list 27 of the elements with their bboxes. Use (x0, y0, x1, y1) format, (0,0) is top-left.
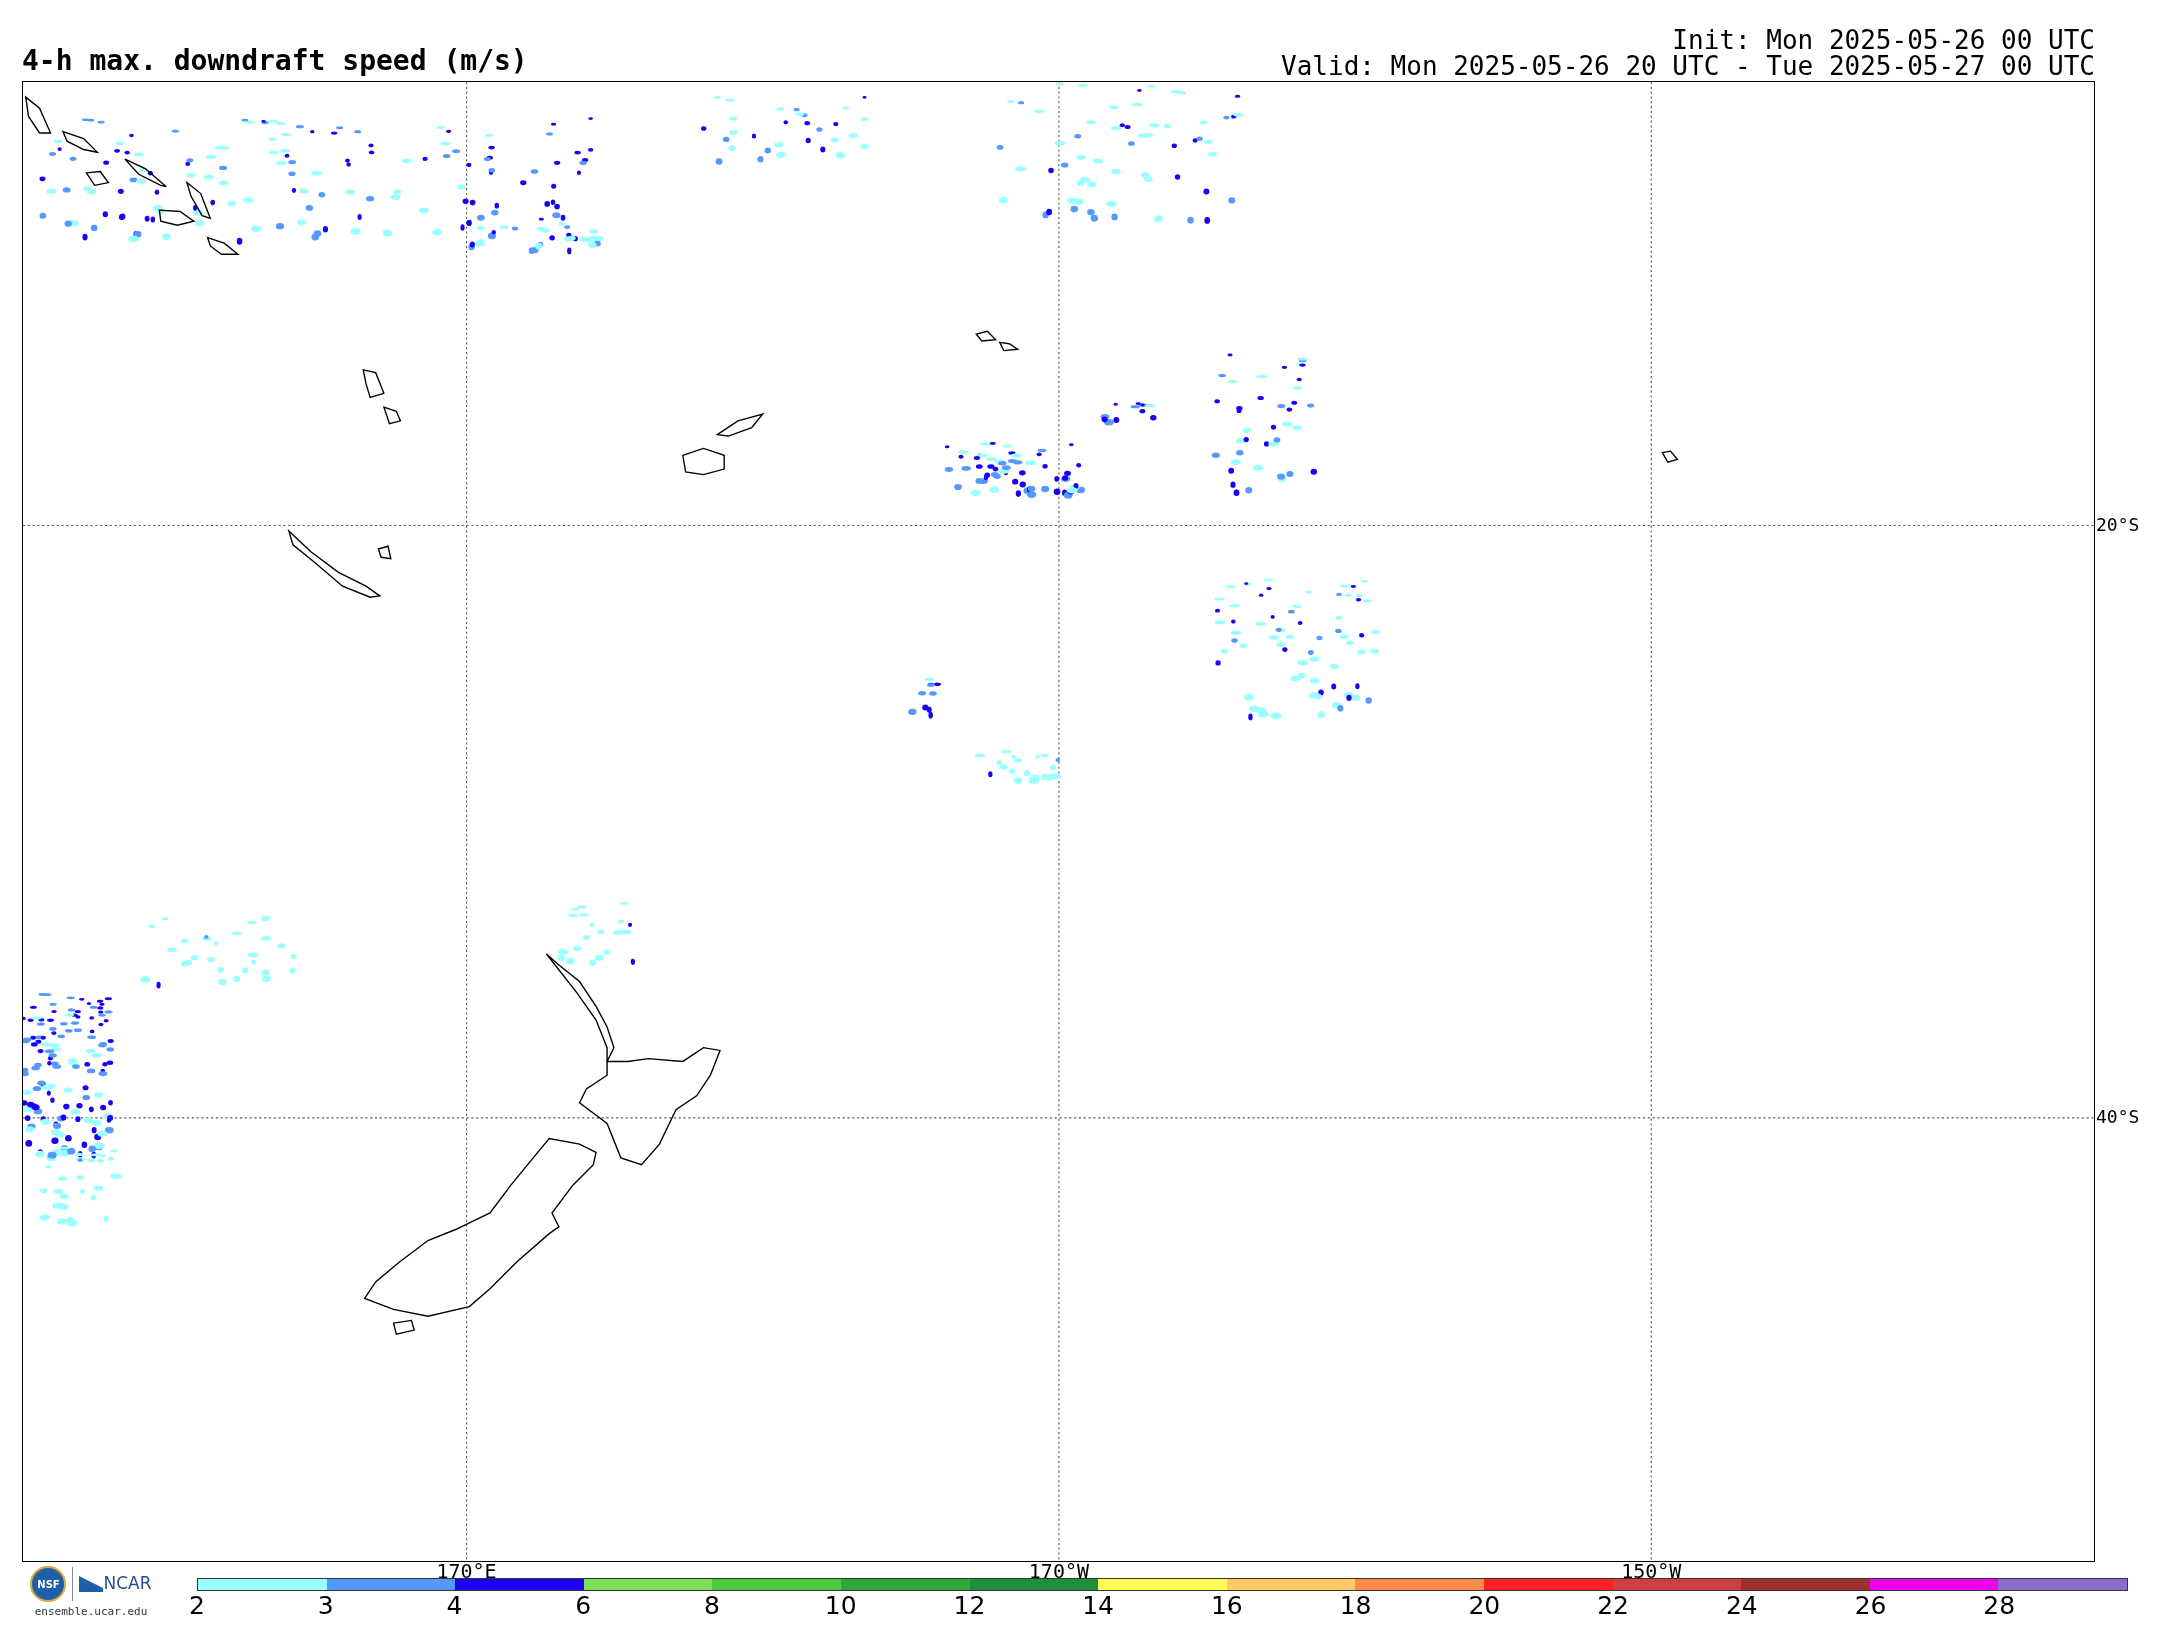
color-bar-tick: 14 (1082, 1593, 1115, 1618)
ncar-logo-icon (79, 1574, 104, 1594)
color-bar-tick: 26 (1854, 1593, 1887, 1618)
longitude-label: 170°E (436, 1561, 497, 1581)
color-bar-tick: 3 (317, 1593, 334, 1618)
init-time: Init: Mon 2025-05-26 00 UTC (1672, 27, 2095, 53)
color-bar-tick: 20 (1468, 1593, 1501, 1618)
ncar-logo-text: NCAR (103, 1572, 152, 1596)
color-bar-tick: 12 (953, 1593, 986, 1618)
latitude-label: 20°S (2096, 515, 2140, 534)
color-bar-tick: 2 (189, 1593, 205, 1618)
color-bar-tick: 22 (1597, 1593, 1629, 1618)
color-bar-tick: 8 (703, 1593, 720, 1618)
color-bar-tick: 4 (446, 1593, 463, 1618)
longitude-label: 150°W (1621, 1561, 1682, 1581)
color-bar-tick: 16 (1210, 1593, 1243, 1618)
color-bar-tick: 10 (824, 1593, 857, 1618)
color-bar-tick: 18 (1339, 1593, 1372, 1618)
nsf-logo: NSF (30, 1566, 67, 1602)
color-bar-tick: 24 (1725, 1593, 1758, 1618)
website-url: ensemble.ucar.edu (34, 1604, 148, 1620)
valid-time: Valid: Mon 2025-05-26 20 UTC - Tue 2025-05-27 00 UTC (1281, 53, 2095, 79)
longitude-label: 170°W (1028, 1561, 1089, 1581)
color-bar-tick: 6 (575, 1593, 592, 1618)
color-bar-tick: 28 (1983, 1593, 2016, 1618)
chart-title: 4-h max. downdraft speed (m/s) (22, 47, 528, 75)
latitude-label: 40°S (2096, 1107, 2140, 1126)
